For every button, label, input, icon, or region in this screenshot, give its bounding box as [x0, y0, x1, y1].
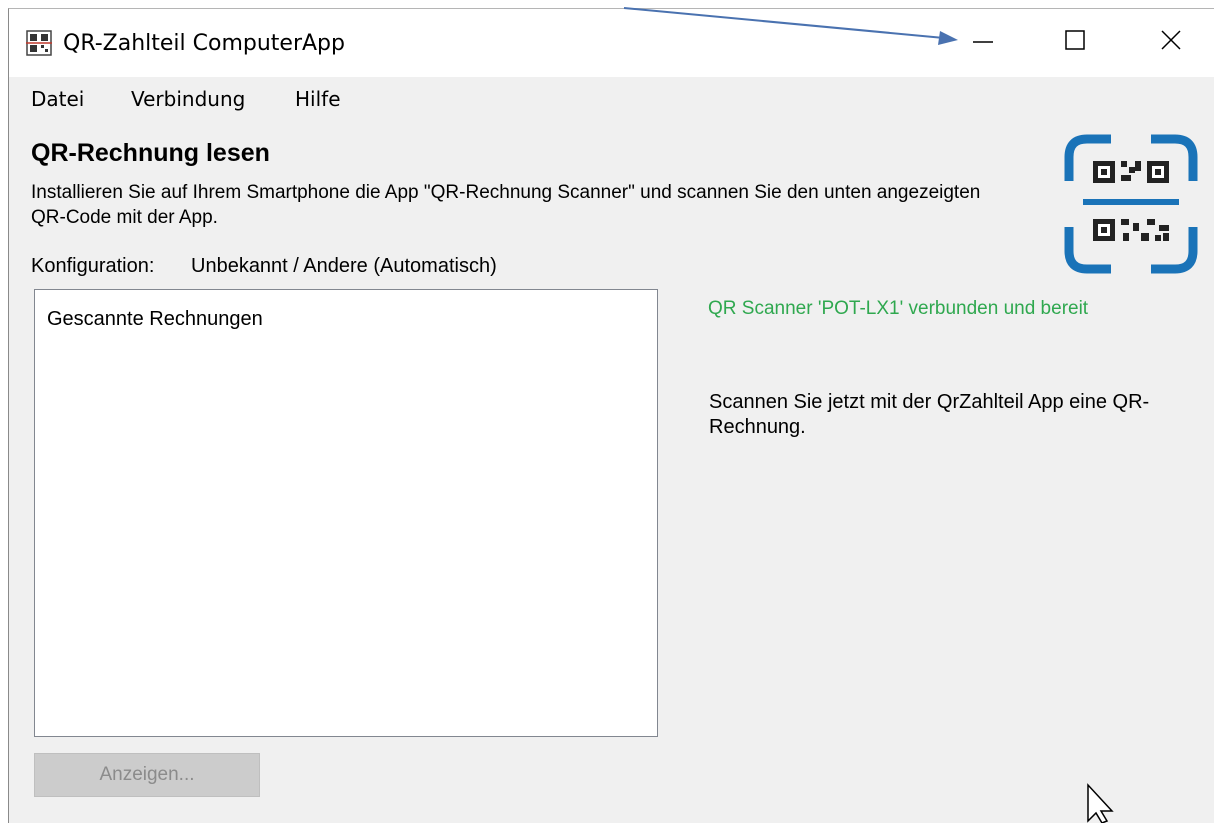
minimize-icon — [973, 41, 993, 43]
maximize-button[interactable] — [1031, 9, 1119, 71]
config-value: Unbekannt / Andere (Automatisch) — [191, 255, 497, 277]
document-background-strip — [0, 0, 1214, 8]
scan-instruction: Scannen Sie jetzt mit der QrZahlteil App… — [709, 391, 1150, 438]
scanned-invoices-list[interactable]: Gescannte Rechnungen — [34, 289, 658, 737]
app-window: QR-Zahlteil ComputerApp Datei Verbindung… — [8, 8, 1214, 823]
minimize-button[interactable] — [939, 9, 1027, 71]
page-heading: QR-Rechnung lesen — [31, 139, 270, 167]
view-button[interactable]: Anzeigen... — [34, 753, 260, 797]
qr-scanner-logo — [1064, 134, 1198, 274]
menu-hilfe[interactable]: Hilfe — [295, 87, 341, 111]
config-label: Konfiguration: — [31, 255, 155, 277]
menu-datei[interactable]: Datei — [31, 87, 84, 111]
title-bar: QR-Zahlteil ComputerApp — [9, 9, 1214, 77]
list-header: Gescannte Rechnungen — [47, 308, 263, 330]
close-button[interactable] — [1127, 9, 1214, 71]
window-title: QR-Zahlteil ComputerApp — [63, 31, 345, 56]
close-icon — [1161, 30, 1181, 50]
description-text: Installieren Sie auf Ihrem Smartphone di… — [31, 182, 981, 228]
mouse-cursor-icon — [1087, 783, 1114, 823]
menu-verbindung[interactable]: Verbindung — [131, 87, 245, 111]
app-qr-icon — [26, 30, 52, 56]
maximize-icon — [1065, 30, 1085, 50]
menu-bar: Datei Verbindung Hilfe — [9, 77, 1214, 121]
connection-status: QR Scanner 'POT-LX1' verbunden und berei… — [708, 298, 1089, 319]
